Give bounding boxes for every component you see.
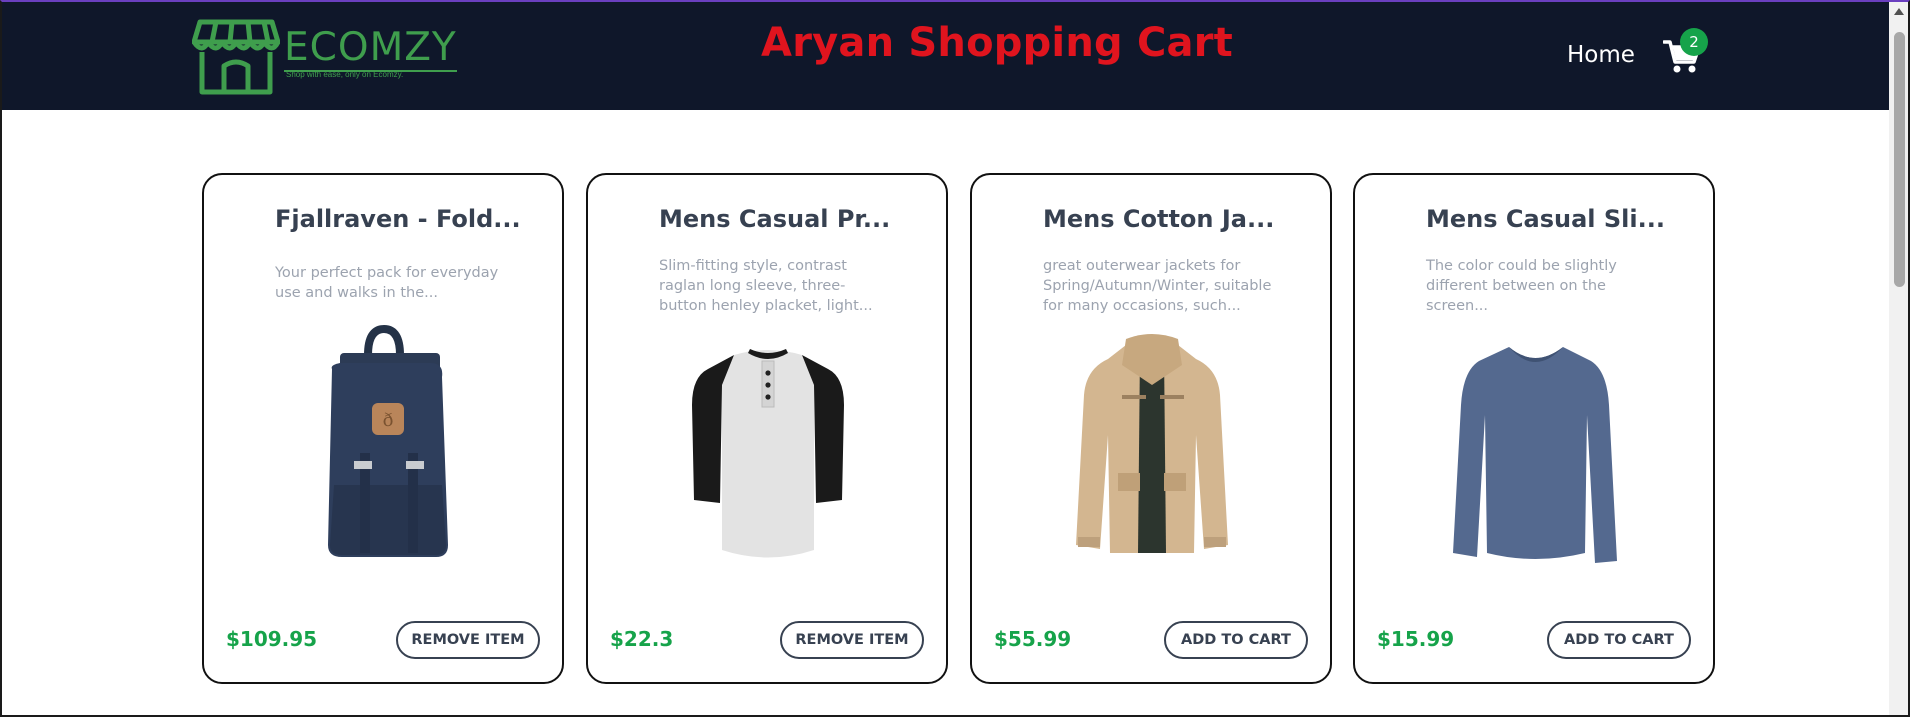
scroll-up-arrow-icon[interactable] [1894,8,1904,15]
svg-text:ð: ð [383,410,394,431]
add-to-cart-button[interactable]: ADD TO CART [1547,621,1691,659]
product-title: Fjallraven - Fold... [275,205,521,233]
product-image [664,325,874,570]
product-image: ð [280,324,490,570]
browser-viewport: ECOMZY Shop with ease, only on Ecomzy. A… [0,0,1910,717]
product-description: Your perfect pack for everyday use and w… [275,265,499,301]
product-card: Fjallraven - Fold... Your perfect pack f… [202,173,564,684]
remove-item-button[interactable]: REMOVE ITEM [396,621,540,659]
product-price: $22.3 [610,627,674,651]
product-card: Mens Cotton Ja... great outerwear jacket… [970,173,1332,684]
product-price: $15.99 [1377,627,1455,651]
product-title: Mens Cotton Ja... [1043,205,1275,233]
product-description: Slim-fitting style, contrast raglan long… [659,258,873,314]
product-card: Mens Casual Pr... Slim-fitting style, co… [586,173,948,684]
add-to-cart-button[interactable]: ADD TO CART [1164,621,1308,659]
product-title: Mens Casual Sli... [1426,205,1665,233]
product-image [1048,325,1258,570]
jacket-icon [1076,334,1228,553]
remove-item-button[interactable]: REMOVE ITEM [780,621,924,659]
product-card: Mens Casual Sli... The color could be sl… [1353,173,1715,684]
logo-tagline: Shop with ease, only on Ecomzy. [286,70,404,79]
product-description: The color could be slightly different be… [1426,258,1617,314]
backpack-icon: ð [328,324,448,557]
raglan-shirt-icon [692,349,844,558]
cart-count-badge: 2 [1680,28,1708,56]
nav-link-home[interactable]: Home [1567,42,1635,68]
scrollbar-thumb[interactable] [1894,32,1905,287]
product-title: Mens Casual Pr... [659,205,891,233]
product-price: $109.95 [226,627,318,651]
product-description: great outerwear jackets for Spring/Autum… [1043,258,1272,314]
product-price: $55.99 [994,627,1072,651]
navbar: ECOMZY Shop with ease, only on Ecomzy. A… [2,2,1889,110]
product-image [1431,325,1641,570]
long-sleeve-tee-icon [1453,347,1617,563]
